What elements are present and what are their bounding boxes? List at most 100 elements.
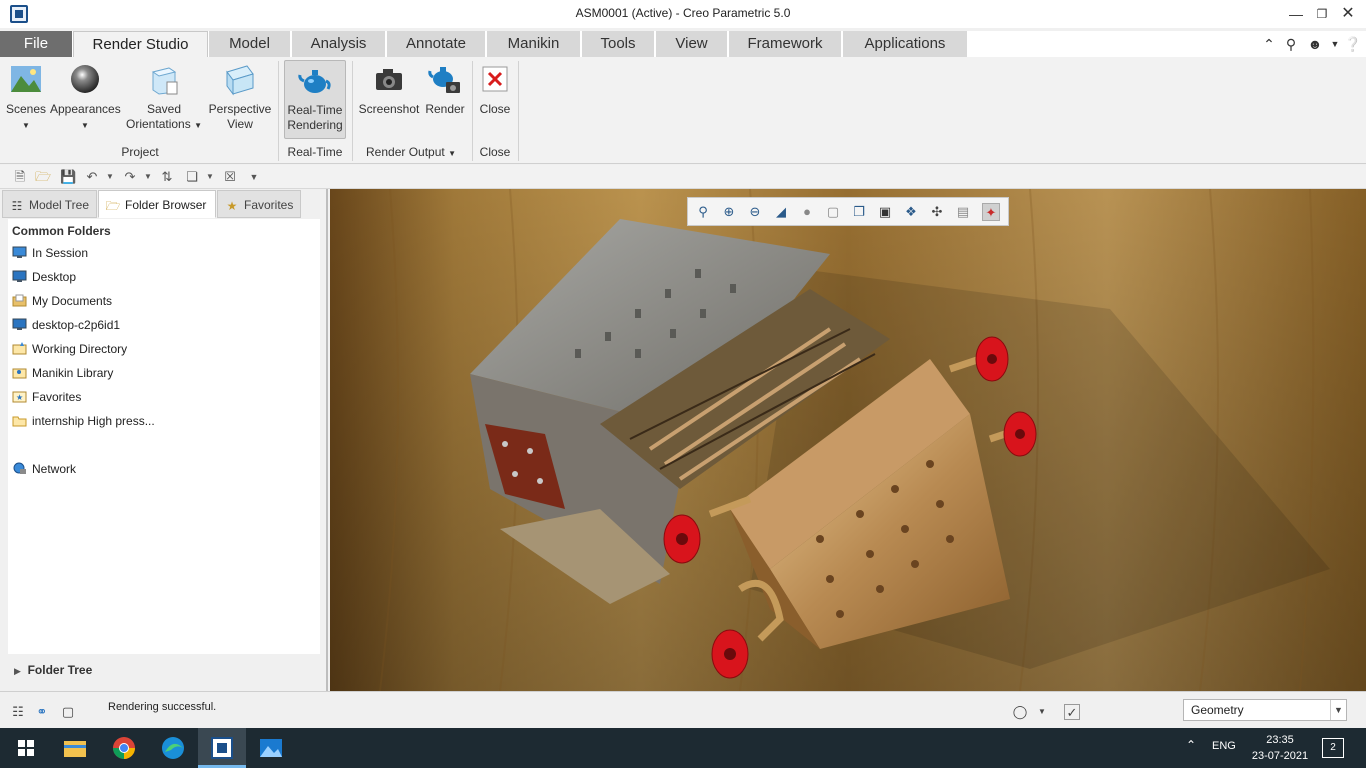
- chevron-down-icon[interactable]: ▼: [1034, 704, 1050, 720]
- saved-orientations-label-1: Saved: [146, 102, 182, 116]
- folder-in-session[interactable]: In Session: [12, 243, 88, 263]
- zoom-in-icon[interactable]: ⊕: [720, 203, 738, 221]
- perspective-view-icon[interactable]: ▣: [876, 203, 894, 221]
- graphics-window[interactable]: ⚲ ⊕ ⊖ ◢ ● ▢ ❐ ▣ ❖ ✣ ▤ ✦: [330, 189, 1366, 691]
- collapse-ribbon-icon[interactable]: ⌃: [1260, 35, 1278, 53]
- display-style-icon[interactable]: ●: [798, 203, 816, 221]
- file-explorer-icon[interactable]: [61, 734, 89, 762]
- saved-orientations-icon[interactable]: ▢: [824, 203, 842, 221]
- desktop-icon: [12, 270, 27, 282]
- chevron-down-icon: ▼: [22, 121, 30, 130]
- regenerate-icon[interactable]: ⇅: [159, 169, 175, 185]
- group-label-render-output[interactable]: Render Output ▼: [360, 145, 462, 159]
- tab-favorites[interactable]: ★ Favorites: [217, 190, 301, 218]
- folder-my-documents[interactable]: My Documents: [12, 291, 112, 311]
- folder-internship[interactable]: internship High press...: [12, 411, 155, 431]
- tab-manikin[interactable]: Manikin: [487, 31, 581, 57]
- windows-icon[interactable]: ❏: [184, 169, 200, 185]
- folder-working-directory[interactable]: Working Directory: [12, 339, 127, 359]
- chevron-down-icon[interactable]: ▼: [140, 169, 156, 185]
- tab-render-studio[interactable]: Render Studio: [73, 31, 208, 57]
- tab-model[interactable]: Model: [209, 31, 291, 57]
- refit-icon[interactable]: ⚲: [694, 203, 712, 221]
- screenshot-label: Screenshot: [358, 102, 420, 116]
- chevron-down-icon: ▼: [1330, 700, 1346, 720]
- tab-analysis[interactable]: Analysis: [292, 31, 386, 57]
- appearances-button[interactable]: Appearances ▼: [50, 62, 121, 133]
- notification-center-icon[interactable]: 2: [1322, 738, 1344, 758]
- tab-applications[interactable]: Applications: [843, 31, 968, 57]
- language-indicator[interactable]: ENG: [1212, 740, 1236, 752]
- folder-manikin-library[interactable]: Manikin Library: [12, 363, 113, 383]
- rendered-model: [330, 189, 1366, 691]
- perspective-view-button[interactable]: Perspective View: [206, 62, 274, 132]
- close-window-icon[interactable]: ☒: [222, 169, 238, 185]
- photos-icon[interactable]: [257, 734, 285, 762]
- scenes-button[interactable]: Scenes ▼: [4, 62, 48, 133]
- folder-computer[interactable]: desktop-c2p6id1: [12, 315, 120, 335]
- tab-folder-browser[interactable]: 🗁 Folder Browser: [98, 190, 216, 218]
- group-label-project: Project: [121, 145, 159, 159]
- tab-view[interactable]: View: [656, 31, 728, 57]
- system-clock[interactable]: 23:35 23-07-2021: [1250, 732, 1310, 764]
- redo-icon[interactable]: ↷: [122, 169, 138, 185]
- tab-framework[interactable]: Framework: [729, 31, 842, 57]
- search-icon[interactable]: ⚲: [1282, 35, 1300, 53]
- new-file-icon[interactable]: 🗎: [12, 169, 28, 185]
- open-folder-icon[interactable]: 🗁: [35, 169, 51, 185]
- repaint-icon[interactable]: ◢: [772, 203, 790, 221]
- camera-icon: [376, 69, 402, 90]
- view-manager-icon[interactable]: ❐: [850, 203, 868, 221]
- browser-icon[interactable]: ⚭: [34, 704, 50, 720]
- toggle-navigator-icon[interactable]: ☷: [10, 704, 26, 720]
- render-button[interactable]: Render: [422, 62, 468, 117]
- folder-browser-icon: 🗁: [105, 198, 121, 213]
- selection-filter-dropdown[interactable]: Geometry ▼: [1183, 699, 1347, 721]
- selected-items-icon[interactable]: ✓: [1064, 704, 1080, 720]
- user-icon[interactable]: ☻: [1306, 35, 1324, 53]
- creo-taskbar-button[interactable]: [198, 728, 246, 768]
- minimize-icon[interactable]: —: [1284, 4, 1308, 24]
- screenshot-button[interactable]: Screenshot: [358, 62, 420, 117]
- working-directory-icon: [12, 342, 27, 355]
- annotation-display-icon[interactable]: ▤: [954, 203, 972, 221]
- edge-icon[interactable]: [159, 734, 187, 762]
- show-hidden-icons[interactable]: ⌃: [1186, 738, 1196, 752]
- close-red-x-icon: [482, 66, 508, 92]
- chrome-icon[interactable]: [110, 734, 138, 762]
- tab-file[interactable]: File: [0, 31, 73, 57]
- chevron-down-icon[interactable]: ▼: [1326, 35, 1344, 53]
- datum-display-icon[interactable]: ✣: [928, 203, 946, 221]
- full-screen-icon[interactable]: ▢: [60, 704, 76, 720]
- find-binoculars-icon[interactable]: ◯: [1012, 704, 1028, 720]
- undo-icon[interactable]: ↶: [84, 169, 100, 185]
- customize-toolbar-icon[interactable]: ▼: [246, 169, 262, 185]
- tab-model-tree[interactable]: ☷ Model Tree: [2, 190, 97, 218]
- zoom-out-icon[interactable]: ⊖: [746, 203, 764, 221]
- manikin-library-icon: [12, 368, 27, 379]
- ribbon-tab-bar: File Render Studio Model Analysis Annota…: [0, 31, 1366, 57]
- windows-start-icon[interactable]: [12, 734, 40, 762]
- tab-tools[interactable]: Tools: [582, 31, 655, 57]
- spin-center-icon[interactable]: ❖: [902, 203, 920, 221]
- real-time-rendering-button[interactable]: Real-Time Rendering: [284, 60, 346, 139]
- folder-list: Common Folders In Session Desktop My Doc…: [8, 219, 320, 654]
- save-icon[interactable]: 💾: [60, 169, 76, 185]
- navigator-panel: ☷ Model Tree 🗁 Folder Browser ★ Favorites C…: [0, 189, 328, 691]
- chevron-down-icon[interactable]: ▼: [202, 169, 218, 185]
- help-icon[interactable]: ❔: [1344, 35, 1362, 53]
- group-separator: [278, 61, 279, 161]
- chevron-down-icon[interactable]: ▼: [102, 169, 118, 185]
- perspective-cube-icon: [226, 65, 254, 96]
- close-render-studio-button[interactable]: Close: [476, 62, 514, 117]
- favorites-star-icon: ★: [226, 198, 238, 213]
- folder-desktop[interactable]: Desktop: [12, 267, 76, 287]
- saved-orientations-button[interactable]: Saved Orientations ▼: [124, 62, 204, 133]
- close-icon[interactable]: ✕: [1336, 4, 1360, 24]
- folder-favorites[interactable]: ★ Favorites: [12, 387, 81, 407]
- folder-network[interactable]: Network: [12, 459, 76, 479]
- restore-icon[interactable]: ❐: [1310, 4, 1334, 24]
- point-display-icon[interactable]: ✦: [982, 203, 1000, 221]
- folder-tree-expander[interactable]: ▶ Folder Tree: [14, 663, 92, 677]
- tab-annotate[interactable]: Annotate: [387, 31, 486, 57]
